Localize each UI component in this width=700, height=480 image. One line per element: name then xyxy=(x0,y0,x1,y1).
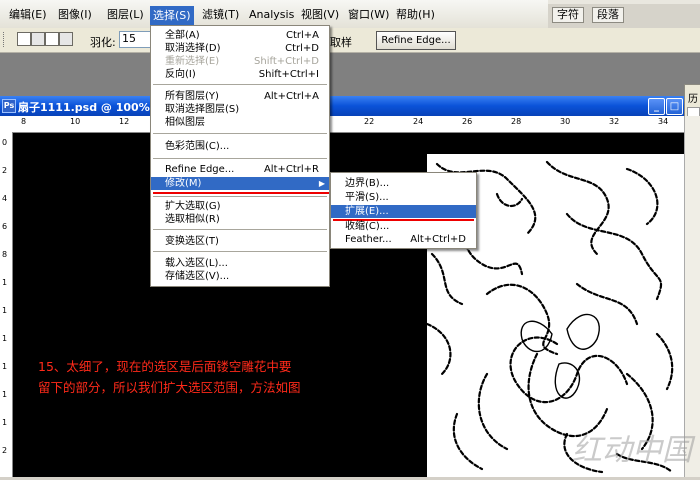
menu-separator xyxy=(153,251,327,252)
select-menu: 全部(A) Ctrl+A 取消选择(D) Ctrl+D 重新选择(E) Shift+C… xyxy=(150,25,330,287)
menu-separator xyxy=(153,84,327,85)
menu-item-contract[interactable]: 收缩(C)... xyxy=(331,220,476,233)
menu-separator xyxy=(153,229,327,230)
modify-submenu: 边界(B)... 平滑(S)... 扩展(E)... 收缩(C)... Feat… xyxy=(330,172,477,249)
ruler-number: 4 xyxy=(2,194,8,203)
palette-tab-paragraph[interactable]: 段落 xyxy=(592,7,624,23)
menu-item-select-all[interactable]: 全部(A) Ctrl+A xyxy=(151,29,329,42)
menu-edit[interactable]: 编辑(E) xyxy=(6,7,50,23)
feather-label: 羽化: xyxy=(90,36,116,49)
menu-item-deselect[interactable]: 取消选择(D) Ctrl+D xyxy=(151,42,329,55)
menu-item-similar-layers[interactable]: 相似图层 xyxy=(151,116,329,129)
ruler-number: 28 xyxy=(511,117,522,126)
document-title-bar[interactable]: Ps 扇子1111.psd @ 100% _ □ xyxy=(0,96,684,116)
menu-item-all-layers[interactable]: 所有图层(Y) Alt+Ctrl+A xyxy=(151,90,329,103)
menu-item-refine-edge[interactable]: Refine Edge... Alt+Ctrl+R xyxy=(151,163,329,176)
sample-label: 取样 xyxy=(330,36,352,49)
menu-layer[interactable]: 图层(L) xyxy=(104,7,147,23)
options-bar: 羽化: 15 取样 Refine Edge... xyxy=(0,28,700,53)
ruler-number: 2 xyxy=(2,166,8,175)
menu-item-deselect-layers[interactable]: 取消选择图层(S) xyxy=(151,103,329,116)
menu-item-similar[interactable]: 选取相似(R) xyxy=(151,213,329,226)
palette-tab-character[interactable]: 字符 xyxy=(552,7,584,23)
menu-image[interactable]: 图像(I) xyxy=(55,7,95,23)
ruler-number: 8 xyxy=(21,117,27,126)
annotation-line-1: 15、太细了，现在的选区是后面镂空雕花中要 xyxy=(38,359,292,374)
menu-separator xyxy=(153,196,327,197)
ruler-horizontal: 8 10 12 14 16 18 20 22 24 26 28 30 32 34 xyxy=(0,116,684,133)
subtract-selection-icon[interactable] xyxy=(45,32,59,46)
options-grip xyxy=(3,32,7,47)
menu-separator xyxy=(153,133,327,134)
document-title: 扇子1111.psd @ 100% xyxy=(18,101,150,114)
photoshop-doc-icon: Ps xyxy=(2,99,16,113)
watermark: 红动中国 xyxy=(572,433,692,468)
menu-item-smooth[interactable]: 平滑(S)... xyxy=(331,191,476,204)
vertical-scrollbar[interactable] xyxy=(684,116,700,477)
ruler-number: 34 xyxy=(658,117,669,126)
ruler-number: 1 xyxy=(2,334,8,343)
menu-item-transform-selection[interactable]: 变换选区(T) xyxy=(151,235,329,248)
menu-item-border[interactable]: 边界(B)... xyxy=(331,177,476,190)
new-selection-icon[interactable] xyxy=(17,32,31,46)
ruler-number: 1 xyxy=(2,390,8,399)
menu-item-load-selection[interactable]: 载入选区(L)... xyxy=(151,257,329,270)
ruler-number: 0 xyxy=(2,138,8,147)
ruler-number: 26 xyxy=(462,117,473,126)
menu-window[interactable]: 窗口(W) xyxy=(345,7,392,23)
submenu-arrow-icon: ▶ xyxy=(318,179,325,188)
refine-edge-button[interactable]: Refine Edge... xyxy=(376,31,456,50)
menu-help[interactable]: 帮助(H) xyxy=(393,7,438,23)
ruler-number: 12 xyxy=(119,117,130,126)
annotation-line-2: 留下的部分，所以我们扩大选区范围，方法如图 xyxy=(38,380,301,395)
menu-item-save-selection[interactable]: 存储选区(V)... xyxy=(151,270,329,283)
highlight-underline xyxy=(153,192,329,194)
ruler-number: 1 xyxy=(2,362,8,371)
add-selection-icon[interactable] xyxy=(31,32,45,46)
ruler-number: 22 xyxy=(364,117,375,126)
menu-filter[interactable]: 滤镜(T) xyxy=(199,7,242,23)
menu-select[interactable]: 选择(S) xyxy=(150,6,194,25)
menu-separator xyxy=(153,158,327,159)
menu-item-reselect: 重新选择(E) Shift+Ctrl+D xyxy=(165,56,319,67)
feather-input[interactable]: 15 xyxy=(119,31,153,48)
menu-analysis[interactable]: Analysis xyxy=(246,7,297,23)
menu-item-grow[interactable]: 扩大选取(G) xyxy=(151,200,329,213)
ruler-number: 1 xyxy=(2,278,8,287)
ruler-number: 1 xyxy=(2,418,8,427)
history-tab[interactable]: 历 xyxy=(688,90,698,105)
ruler-number: 1 xyxy=(2,306,8,315)
workspace-background xyxy=(0,53,700,98)
menu-item-feather[interactable]: Feather... Alt+Ctrl+D xyxy=(331,233,476,246)
menu-item-modify[interactable]: 修改(M) ▶ xyxy=(151,177,329,190)
menu-item-inverse[interactable]: 反向(I) Shift+Ctrl+I xyxy=(151,68,329,81)
ruler-number: 8 xyxy=(2,250,8,259)
ruler-number: 32 xyxy=(609,117,620,126)
ruler-number: 2 xyxy=(2,446,8,455)
ruler-number: 10 xyxy=(70,117,81,126)
minimize-icon[interactable]: _ xyxy=(648,98,665,115)
ruler-number: 24 xyxy=(413,117,424,126)
menu-view[interactable]: 视图(V) xyxy=(298,7,342,23)
intersect-selection-icon[interactable] xyxy=(59,32,73,46)
ruler-number: 30 xyxy=(560,117,571,126)
menu-item-color-range[interactable]: 色彩范围(C)... xyxy=(151,140,329,153)
ruler-number: 6 xyxy=(2,222,8,231)
palette-well-strip xyxy=(548,0,700,4)
menu-item-expand[interactable]: 扩展(E)... xyxy=(331,205,476,218)
maximize-icon[interactable]: □ xyxy=(666,98,683,115)
ruler-vertical: 0 2 4 6 8 1 1 1 1 1 1 2 xyxy=(0,132,13,477)
